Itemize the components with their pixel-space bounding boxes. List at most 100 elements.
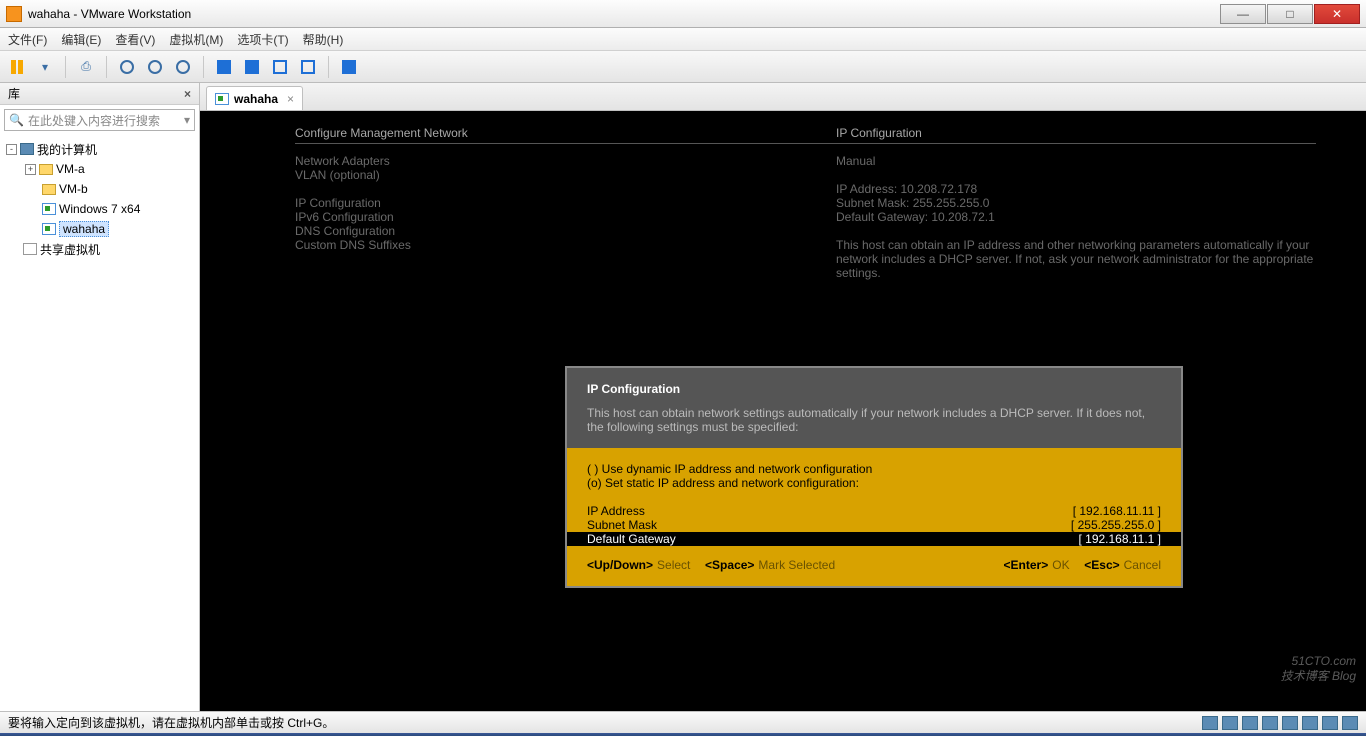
radio-dynamic[interactable]: ( ) Use dynamic IP address and network c…: [587, 462, 1161, 476]
tab-wahaha[interactable]: wahaha ×: [206, 86, 303, 110]
expand-icon[interactable]: +: [25, 164, 36, 175]
search-placeholder: 在此处键入内容进行搜索: [28, 112, 160, 129]
key-action: Select: [657, 558, 690, 572]
tree-root[interactable]: - 我的计算机: [2, 139, 197, 159]
device-icon[interactable]: [1222, 716, 1238, 730]
window-titlebar: wahaha - VMware Workstation — □ ✕: [0, 0, 1366, 28]
sidebar-close-icon[interactable]: ×: [184, 87, 191, 101]
search-input[interactable]: 🔍 在此处键入内容进行搜索 ▾: [4, 109, 195, 131]
tab-label: wahaha: [234, 92, 278, 106]
key-action: Cancel: [1124, 558, 1161, 572]
menu-vm[interactable]: 虚拟机(M): [169, 31, 223, 48]
field-label: Subnet Mask: [587, 518, 657, 532]
status-text: 要将输入定向到该虚拟机，请在虚拟机内部单击或按 Ctrl+G。: [8, 714, 334, 731]
snapshot-button[interactable]: ⎙: [75, 56, 97, 78]
tree-shared[interactable]: 共享虚拟机: [2, 239, 197, 259]
computer-icon: [20, 143, 34, 155]
tabbar: wahaha ×: [200, 83, 1366, 111]
device-icon[interactable]: [1242, 716, 1258, 730]
sidebar-title: 库: [8, 85, 20, 102]
key-hint: <Up/Down>: [587, 558, 653, 572]
menu-help[interactable]: 帮助(H): [303, 31, 344, 48]
vm-console[interactable]: Configure Management Network IP Configur…: [200, 111, 1366, 711]
device-icon[interactable]: [1282, 716, 1298, 730]
key-hint: <Enter>: [1004, 558, 1049, 572]
tree-label: Windows 7 x64: [59, 202, 140, 216]
maximize-button[interactable]: □: [1267, 4, 1313, 24]
tree-label: wahaha: [59, 221, 109, 237]
tree-item[interactable]: VM-b: [2, 179, 197, 199]
key-action: OK: [1052, 558, 1069, 572]
tree-item[interactable]: + VM-a: [2, 159, 197, 179]
info-line: IP Address: 10.208.72.178: [836, 182, 1316, 196]
menu-tabs[interactable]: 选项卡(T): [237, 31, 288, 48]
key-hint: <Space>: [705, 558, 754, 572]
tree-item-selected[interactable]: wahaha: [2, 219, 197, 239]
field-ip-address[interactable]: IP Address[ 192.168.11.11 ]: [587, 504, 1161, 518]
shared-icon: [23, 243, 37, 255]
revert-button[interactable]: [116, 56, 138, 78]
device-icon[interactable]: [1302, 716, 1318, 730]
menu-line: VLAN (optional): [295, 168, 836, 182]
dropdown-icon[interactable]: ▾: [184, 113, 190, 127]
menu-view[interactable]: 查看(V): [115, 31, 155, 48]
view2-button[interactable]: [241, 56, 263, 78]
dialog-title: IP Configuration: [587, 382, 1161, 396]
sidebar-header: 库 ×: [0, 83, 199, 105]
collapse-icon[interactable]: -: [6, 144, 17, 155]
dialog-description: This host can obtain network settings au…: [587, 406, 1161, 434]
key-action: Mark Selected: [758, 558, 835, 572]
radio-static[interactable]: (o) Set static IP address and network co…: [587, 476, 1161, 490]
content-area: wahaha × Configure Management Network IP…: [200, 83, 1366, 711]
dialog-footer: <Up/Down> Select <Space> Mark Selected <…: [587, 558, 1161, 572]
field-label: Default Gateway: [587, 532, 676, 546]
dropdown-icon[interactable]: ▾: [34, 56, 56, 78]
menu-line: IP Configuration: [295, 196, 836, 210]
info-help: This host can obtain an IP address and o…: [836, 238, 1316, 280]
minimize-button[interactable]: —: [1220, 4, 1266, 24]
settings-button[interactable]: [172, 56, 194, 78]
watermark-sub: 技术博客 Blog: [1281, 670, 1356, 683]
menubar: 文件(F) 编辑(E) 查看(V) 虚拟机(M) 选项卡(T) 帮助(H): [0, 28, 1366, 51]
device-icon[interactable]: [1322, 716, 1338, 730]
unity-button[interactable]: [297, 56, 319, 78]
tree-label: 共享虚拟机: [40, 241, 100, 258]
device-icon[interactable]: [1262, 716, 1278, 730]
view1-button[interactable]: [213, 56, 235, 78]
field-default-gateway[interactable]: Default Gateway[ 192.168.11.1 ]: [567, 532, 1181, 546]
info-line: Default Gateway: 10.208.72.1: [836, 210, 1316, 224]
info-line: Manual: [836, 154, 1316, 168]
device-icon[interactable]: [1202, 716, 1218, 730]
separator: [203, 56, 204, 78]
folder-icon: [42, 184, 56, 195]
tree-label: VM-b: [59, 182, 88, 196]
field-subnet-mask[interactable]: Subnet Mask[ 255.255.255.0 ]: [587, 518, 1161, 532]
tree-item[interactable]: Windows 7 x64: [2, 199, 197, 219]
search-icon: 🔍: [9, 113, 24, 127]
console-header-right: IP Configuration: [836, 126, 1316, 140]
menu-line: IPv6 Configuration: [295, 210, 836, 224]
console-right-info: Manual IP Address: 10.208.72.178 Subnet …: [836, 154, 1316, 280]
console-header-left: Configure Management Network: [295, 126, 468, 140]
key-hint: <Esc>: [1084, 558, 1119, 572]
info-line: Subnet Mask: 255.255.255.0: [836, 196, 1316, 210]
library-button[interactable]: [338, 56, 360, 78]
menu-edit[interactable]: 编辑(E): [61, 31, 101, 48]
menu-file[interactable]: 文件(F): [8, 31, 47, 48]
fullscreen-button[interactable]: [269, 56, 291, 78]
console-left-menu: Network Adapters VLAN (optional) IP Conf…: [295, 154, 836, 280]
manage-button[interactable]: [144, 56, 166, 78]
vm-icon: [42, 203, 56, 215]
tree-label: 我的计算机: [37, 141, 97, 158]
separator: [106, 56, 107, 78]
pause-button[interactable]: [6, 56, 28, 78]
watermark: 51CTO.com 技术博客 Blog: [1281, 646, 1356, 683]
menu-line: Network Adapters: [295, 154, 836, 168]
close-button[interactable]: ✕: [1314, 4, 1360, 24]
device-icon[interactable]: [1342, 716, 1358, 730]
tab-close-icon[interactable]: ×: [287, 92, 294, 106]
toolbar: ▾ ⎙: [0, 51, 1366, 83]
tree-label: VM-a: [56, 162, 85, 176]
separator: [65, 56, 66, 78]
window-controls: — □ ✕: [1219, 4, 1360, 24]
